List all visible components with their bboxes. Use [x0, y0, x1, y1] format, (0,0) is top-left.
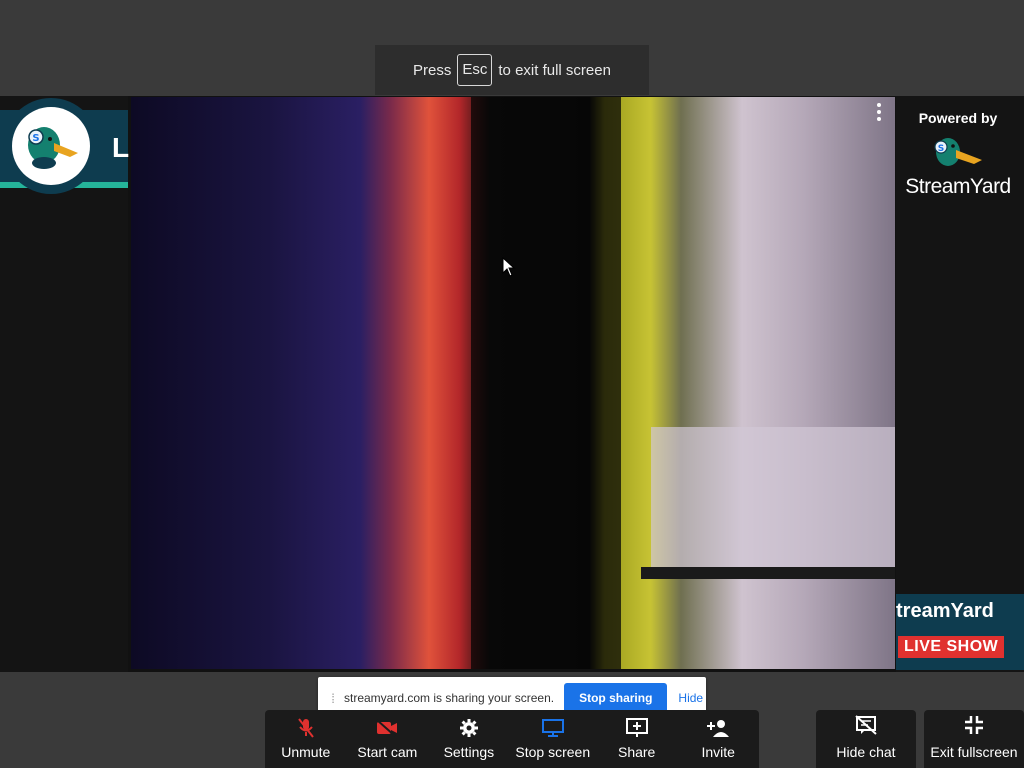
brand-logo: S [3, 98, 99, 194]
settings-button[interactable]: Settings [434, 718, 504, 760]
live-show-label: LIVE SHOW [898, 636, 1005, 658]
esc-key-badge: Esc [457, 54, 493, 86]
live-show-banner: treamYard LIVE SHOW [896, 594, 1024, 670]
camera-off-icon [375, 718, 399, 738]
powered-by-label: Powered by [918, 110, 998, 126]
unmute-button[interactable]: Unmute [271, 718, 341, 760]
monitor-icon [541, 718, 565, 738]
invite-label: Invite [701, 744, 735, 760]
exit-fullscreen-button[interactable]: Exit fullscreen [924, 710, 1024, 768]
duck-logo-icon: S [28, 127, 78, 169]
live-show-wordmark: treamYard [896, 600, 994, 622]
present-add-icon [625, 718, 649, 738]
streamyard-duck-icon: S [934, 138, 982, 166]
unmute-label: Unmute [281, 744, 331, 760]
drag-handle-icon[interactable]: ⁞ [326, 691, 340, 706]
share-banner-message: streamyard.com is sharing your screen. [344, 691, 555, 705]
control-bar: Unmute Start cam Settings Stop screen Sh… [265, 710, 759, 768]
stop-screen-button[interactable]: Stop screen [515, 718, 590, 760]
mic-off-icon [294, 718, 318, 738]
chat-off-icon [855, 715, 877, 738]
start-cam-label: Start cam [357, 744, 418, 760]
share-label: Share [617, 744, 656, 760]
hide-chat-button[interactable]: Hide chat [816, 710, 916, 768]
fullscreen-hint-prefix: Press [413, 61, 452, 79]
settings-label: Settings [443, 744, 495, 760]
add-person-icon [706, 718, 730, 738]
streamyard-wordmark: StreamYard [905, 175, 1011, 198]
stop-sharing-button[interactable]: Stop sharing [564, 682, 668, 714]
brand-badge-letter: L [112, 132, 130, 163]
screen-share-video [131, 97, 895, 669]
share-button[interactable]: Share [602, 718, 672, 760]
stop-screen-label: Stop screen [515, 744, 591, 760]
exit-fullscreen-label: Exit fullscreen [930, 744, 1018, 760]
fullscreen-hint-suffix: to exit full screen [498, 61, 611, 79]
svg-text:S: S [938, 144, 944, 154]
svg-text:S: S [32, 133, 39, 144]
fullscreen-hint: Press Esc to exit full screen [375, 45, 649, 95]
mouse-cursor-icon [502, 257, 516, 277]
gear-icon [457, 718, 481, 738]
hide-chat-label: Hide chat [836, 744, 896, 760]
hide-banner-button[interactable]: Hide [678, 691, 703, 705]
video-more-options-icon[interactable] [870, 102, 888, 122]
invite-button[interactable]: Invite [683, 718, 753, 760]
exit-fullscreen-icon [964, 715, 984, 738]
start-cam-button[interactable]: Start cam [352, 718, 422, 760]
